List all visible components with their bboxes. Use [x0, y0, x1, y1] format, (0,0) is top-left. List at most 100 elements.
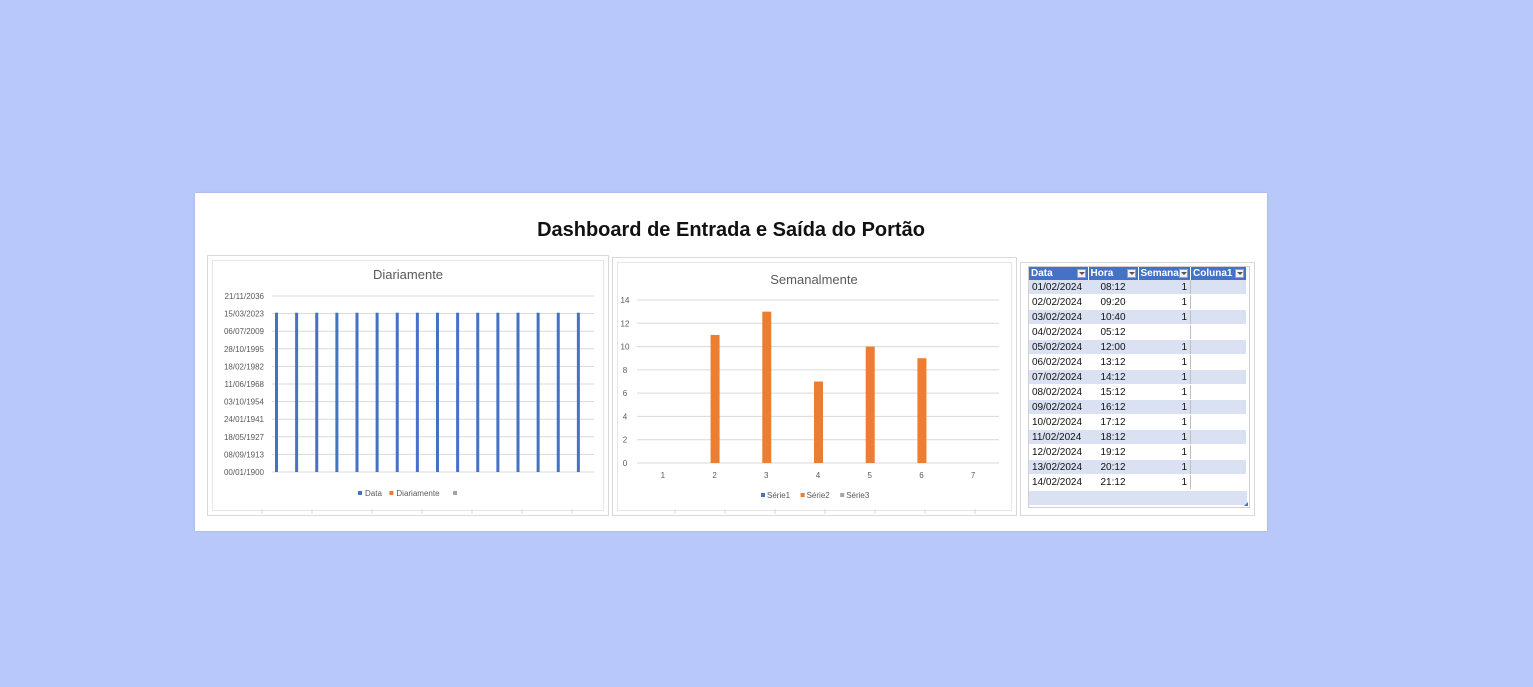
table-cell[interactable]: 1 [1138, 474, 1191, 490]
col-header-coluna1[interactable]: Coluna1 [1190, 267, 1247, 280]
table-cell[interactable]: 15:12 [1088, 384, 1138, 400]
table-cell[interactable]: 21:12 [1088, 474, 1138, 490]
legend-label: Diariamente [396, 489, 440, 498]
y-tick-label: 28/10/1995 [224, 345, 265, 354]
filter-dropdown-icon[interactable] [1126, 269, 1136, 278]
y-tick-label: 24/01/1941 [224, 415, 265, 424]
bar [335, 312, 339, 472]
table-row[interactable]: 13/02/2024 20:12 1 [1029, 459, 1246, 475]
table-cell[interactable] [1190, 414, 1246, 430]
table-cell[interactable] [1190, 459, 1246, 475]
table-cell[interactable]: 09/02/2024 [1029, 399, 1088, 415]
bar [476, 312, 480, 472]
filter-dropdown-icon[interactable] [1234, 269, 1244, 278]
col-header-hora[interactable]: Hora [1088, 267, 1139, 280]
table-cell[interactable]: 1 [1138, 399, 1191, 415]
table-cell[interactable]: 1 [1138, 429, 1191, 445]
table-cell[interactable]: 19:12 [1088, 444, 1138, 460]
table-row[interactable]: 06/02/2024 13:12 1 [1029, 354, 1246, 370]
table-row[interactable]: 11/02/2024 18:12 1 [1029, 429, 1246, 445]
filter-dropdown-icon[interactable] [1179, 269, 1188, 278]
y-tick-label: 11/06/1968 [225, 380, 265, 389]
table-cell[interactable] [1190, 339, 1246, 355]
filter-dropdown-icon[interactable] [1076, 269, 1086, 278]
table-cell[interactable] [1190, 354, 1246, 370]
table-cell[interactable]: 03/02/2024 [1029, 309, 1088, 325]
bar [355, 312, 359, 472]
col-header-semana[interactable]: Semana [1138, 267, 1191, 280]
table-cell[interactable] [1138, 324, 1191, 340]
table-row[interactable]: 07/02/2024 14:12 1 [1029, 369, 1246, 385]
table-cell[interactable] [1190, 444, 1246, 460]
data-table[interactable]: Data Hora Semana Coluna1 01/02/2024 08:12… [1029, 267, 1247, 490]
table-cell[interactable]: 16:12 [1088, 399, 1138, 415]
table-cell[interactable] [1190, 384, 1246, 400]
table-cell[interactable]: 05:12 [1088, 324, 1138, 340]
table-row[interactable]: 04/02/2024 05:12 [1029, 324, 1246, 340]
col-header-data[interactable]: Data [1029, 267, 1089, 280]
table-cell[interactable]: 08:12 [1088, 280, 1138, 295]
table-cell[interactable]: 13:12 [1088, 354, 1138, 370]
table-cell[interactable]: 01/02/2024 [1029, 280, 1088, 295]
table-cell[interactable]: 08/02/2024 [1029, 384, 1088, 400]
table-cell[interactable]: 18:12 [1088, 429, 1138, 445]
table-row[interactable]: 14/02/2024 21:12 1 [1029, 474, 1246, 490]
table-cell[interactable] [1190, 324, 1246, 340]
x-tick-label: 1 [661, 471, 666, 480]
table-cell[interactable]: 06/02/2024 [1029, 354, 1088, 370]
table-cell[interactable]: 11/02/2024 [1029, 429, 1088, 445]
bar [762, 311, 772, 463]
table-cell[interactable]: 09:20 [1088, 294, 1138, 310]
data-table-container[interactable]: Data Hora Semana Coluna1 01/02/2024 08:12… [1028, 266, 1250, 508]
table-cell[interactable]: 1 [1138, 444, 1191, 460]
table-cell[interactable] [1190, 399, 1246, 415]
table-cell[interactable]: 1 [1138, 414, 1191, 430]
y-tick-label: 8 [623, 366, 628, 375]
table-cell[interactable] [1190, 280, 1246, 295]
table-cell[interactable]: 10/02/2024 [1029, 414, 1088, 430]
daily-chart-panel[interactable]: Diariamente 21/11/2036 15/03/2023 06/07/200… [207, 255, 609, 516]
table-row[interactable]: 01/02/2024 08:12 1 [1029, 280, 1246, 295]
table-cell[interactable]: 1 [1138, 369, 1191, 385]
table-cell[interactable]: 12:00 [1088, 339, 1138, 355]
table-cell[interactable]: 10:40 [1088, 309, 1138, 325]
table-cell[interactable]: 02/02/2024 [1029, 294, 1088, 310]
table-cell[interactable] [1190, 369, 1246, 385]
table-cell[interactable]: 1 [1138, 309, 1191, 325]
table-row[interactable]: 05/02/2024 12:00 1 [1029, 339, 1246, 355]
table-cell[interactable]: 12/02/2024 [1029, 444, 1088, 460]
table-resize-handle[interactable] [1244, 502, 1248, 506]
table-row[interactable]: 10/02/2024 17:12 1 [1029, 414, 1246, 430]
table-row[interactable]: 08/02/2024 15:12 1 [1029, 384, 1246, 400]
table-cell[interactable]: 1 [1138, 459, 1191, 475]
table-row[interactable]: 02/02/2024 09:20 1 [1029, 294, 1246, 310]
weekly-chart-panel[interactable]: Semanalmente 0 2 4 6 8 10 12 14 1 2 3 4 5 6 7 Série1 Séri… [612, 257, 1017, 516]
table-cell[interactable]: 20:12 [1088, 459, 1138, 475]
table-cell[interactable]: 1 [1138, 384, 1191, 400]
weekly-chart: Semanalmente024681012141 2 3 4 5 6 7Série1 Séri… [621, 272, 999, 514]
table-cell[interactable]: 1 [1138, 339, 1191, 355]
table-cell[interactable] [1190, 474, 1246, 490]
y-tick-label: 06/07/2009 [224, 327, 265, 336]
table-cell[interactable]: 07/02/2024 [1029, 369, 1088, 385]
table-cell[interactable] [1190, 429, 1246, 445]
bar [295, 312, 299, 472]
table-cell[interactable]: 1 [1138, 294, 1191, 310]
table-cell[interactable]: 14/02/2024 [1029, 474, 1088, 490]
x-tick-label: 3 [764, 471, 769, 480]
bar [576, 312, 580, 472]
table-cell[interactable]: 05/02/2024 [1029, 339, 1088, 355]
table-cell[interactable]: 14:12 [1088, 369, 1138, 385]
table-row[interactable]: 12/02/2024 19:12 1 [1029, 444, 1246, 460]
table-cell[interactable]: 1 [1138, 280, 1191, 295]
table-row[interactable]: 09/02/2024 16:12 1 [1029, 399, 1246, 415]
table-cell[interactable] [1190, 309, 1246, 325]
table-cell[interactable]: 04/02/2024 [1029, 324, 1088, 340]
table-row[interactable]: 03/02/2024 10:40 1 [1029, 309, 1246, 325]
table-cell[interactable]: 1 [1138, 354, 1191, 370]
table-cell[interactable]: 17:12 [1088, 414, 1138, 430]
bar [556, 312, 560, 472]
table-cell[interactable] [1190, 294, 1246, 310]
table-cell[interactable]: 13/02/2024 [1029, 459, 1088, 475]
bar [536, 312, 540, 472]
